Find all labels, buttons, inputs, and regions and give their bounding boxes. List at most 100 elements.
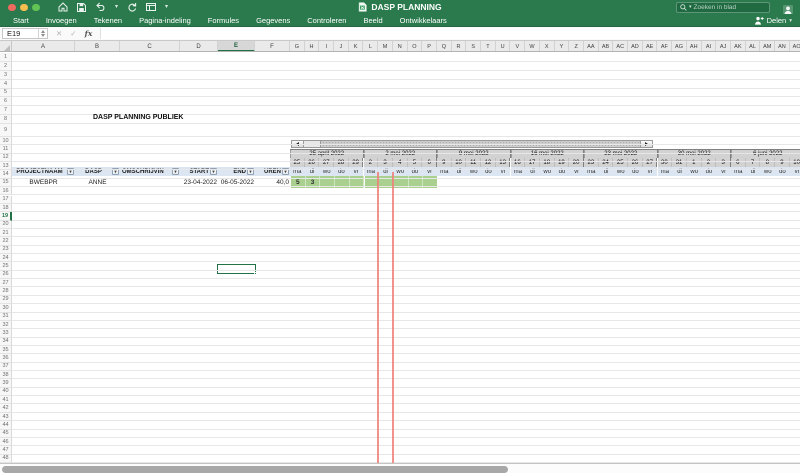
column-header-O[interactable]: O <box>408 41 423 51</box>
cancel-entry-icon[interactable]: ✕ <box>56 29 62 38</box>
row-number-34[interactable]: 34 <box>0 337 12 346</box>
column-header-L[interactable]: L <box>364 41 379 51</box>
name-box-stepper[interactable] <box>38 29 47 38</box>
ribbon-tab-pagina-indeling[interactable]: Pagina-indeling <box>139 16 191 25</box>
row-number-26[interactable]: 26 <box>0 270 12 280</box>
formula-input[interactable] <box>100 28 800 39</box>
close-window-button[interactable] <box>8 3 16 11</box>
row-number-33[interactable]: 33 <box>0 329 12 338</box>
row-number-6[interactable]: 6 <box>0 97 12 106</box>
row-number-30[interactable]: 30 <box>0 304 12 313</box>
column-header-AB[interactable]: AB <box>599 41 614 51</box>
row-number-14[interactable]: 14 <box>0 170 12 179</box>
column-header-Z[interactable]: Z <box>569 41 584 51</box>
select-all-corner[interactable] <box>0 41 12 51</box>
row-number-28[interactable]: 28 <box>0 287 12 296</box>
row-number-44[interactable]: 44 <box>0 421 12 430</box>
row-number-8[interactable]: 8 <box>0 115 12 124</box>
ribbon-tab-tekenen[interactable]: Tekenen <box>94 16 122 25</box>
column-header-C[interactable]: C <box>120 41 180 51</box>
column-header-I[interactable]: I <box>319 41 335 51</box>
column-header-AL[interactable]: AL <box>746 41 761 51</box>
column-header-T[interactable]: T <box>481 41 496 51</box>
row-number-32[interactable]: 32 <box>0 320 12 330</box>
column-header-P[interactable]: P <box>422 41 437 51</box>
ribbon-tab-beeld[interactable]: Beeld <box>363 16 382 25</box>
row-number-7[interactable]: 7 <box>0 106 12 115</box>
name-box[interactable]: E19 <box>2 28 48 39</box>
column-header-D[interactable]: D <box>180 41 218 51</box>
row-number-1[interactable]: 1 <box>0 53 12 62</box>
row-number-46[interactable]: 46 <box>0 437 12 447</box>
workbook-icon[interactable] <box>146 2 157 13</box>
row-number-19[interactable]: 19 <box>0 212 12 221</box>
row-number-29[interactable]: 29 <box>0 295 12 305</box>
row-number-25[interactable]: 25 <box>0 262 12 271</box>
column-header-AH[interactable]: AH <box>687 41 702 51</box>
row-number-9[interactable]: 9 <box>0 124 12 137</box>
insert-function-icon[interactable]: fx <box>85 29 93 38</box>
column-header-AF[interactable]: AF <box>658 41 673 51</box>
row-number-2[interactable]: 2 <box>0 62 12 71</box>
minimize-window-button[interactable] <box>20 3 28 11</box>
column-header-AM[interactable]: AM <box>760 41 776 51</box>
column-header-F[interactable]: F <box>255 41 290 51</box>
row-number-13[interactable]: 13 <box>0 162 12 171</box>
row-number-24[interactable]: 24 <box>0 254 12 263</box>
column-header-X[interactable]: X <box>540 41 555 51</box>
column-header-M[interactable]: M <box>378 41 393 51</box>
column-header-Q[interactable]: Q <box>437 41 452 51</box>
row-number-38[interactable]: 38 <box>0 371 12 380</box>
column-header-AJ[interactable]: AJ <box>716 41 731 51</box>
column-header-E[interactable]: E <box>218 41 255 51</box>
save-icon[interactable] <box>77 2 86 13</box>
column-header-V[interactable]: V <box>511 41 526 51</box>
column-header-AC[interactable]: AC <box>613 41 629 51</box>
column-header-A[interactable]: A <box>12 41 75 51</box>
column-header-J[interactable]: J <box>334 41 349 51</box>
redo-icon[interactable] <box>127 2 137 13</box>
row-number-10[interactable]: 10 <box>0 137 12 146</box>
ribbon-tab-controleren[interactable]: Controleren <box>307 16 346 25</box>
column-header-W[interactable]: W <box>525 41 540 51</box>
column-header-S[interactable]: S <box>466 41 482 51</box>
row-number-15[interactable]: 15 <box>0 178 12 188</box>
row-number-37[interactable]: 37 <box>0 362 12 372</box>
ribbon-tab-start[interactable]: Start <box>13 16 29 25</box>
column-header-AA[interactable]: AA <box>584 41 599 51</box>
column-header-AE[interactable]: AE <box>643 41 658 51</box>
row-number-47[interactable]: 47 <box>0 446 12 455</box>
row-number-45[interactable]: 45 <box>0 429 12 438</box>
column-header-AN[interactable]: AN <box>775 41 790 51</box>
row-number-18[interactable]: 18 <box>0 203 12 213</box>
sheet-grid[interactable]: PROJECTNAAM ▾ DASP ▾ OMSCHRIJVIN ▾ START ▾ E… <box>0 52 800 463</box>
row-number-36[interactable]: 36 <box>0 354 12 363</box>
undo-dropdown-chevron-icon[interactable]: ▾ <box>115 4 118 10</box>
row-number-27[interactable]: 27 <box>0 279 12 288</box>
row-number-43[interactable]: 43 <box>0 412 12 422</box>
row-number-42[interactable]: 42 <box>0 404 12 413</box>
column-header-AO[interactable]: AO <box>790 41 800 51</box>
ribbon-tab-ontwikkelaars[interactable]: Ontwikkelaars <box>400 16 447 25</box>
horizontal-scrollbar[interactable] <box>0 463 800 473</box>
row-number-22[interactable]: 22 <box>0 237 12 246</box>
column-header-G[interactable]: G <box>290 41 305 51</box>
ribbon-tab-gegevens[interactable]: Gegevens <box>256 16 290 25</box>
row-number-41[interactable]: 41 <box>0 396 12 405</box>
horizontal-scrollbar-thumb[interactable] <box>2 466 508 473</box>
column-header-AI[interactable]: AI <box>702 41 717 51</box>
column-header-H[interactable]: H <box>305 41 320 51</box>
row-number-17[interactable]: 17 <box>0 195 12 204</box>
row-number-12[interactable]: 12 <box>0 153 12 163</box>
home-icon[interactable] <box>58 2 68 13</box>
row-number-20[interactable]: 20 <box>0 220 12 229</box>
row-number-23[interactable]: 23 <box>0 245 12 254</box>
toolbar-overflow-chevron-icon[interactable]: ▾ <box>165 4 168 10</box>
row-number-40[interactable]: 40 <box>0 387 12 397</box>
share-button[interactable]: Delen ▾ <box>754 14 792 27</box>
column-header-B[interactable]: B <box>75 41 120 51</box>
search-input[interactable]: ▾ Zoeken in blad <box>676 2 770 13</box>
column-header-AK[interactable]: AK <box>731 41 746 51</box>
column-header-AD[interactable]: AD <box>628 41 643 51</box>
column-header-U[interactable]: U <box>496 41 511 51</box>
